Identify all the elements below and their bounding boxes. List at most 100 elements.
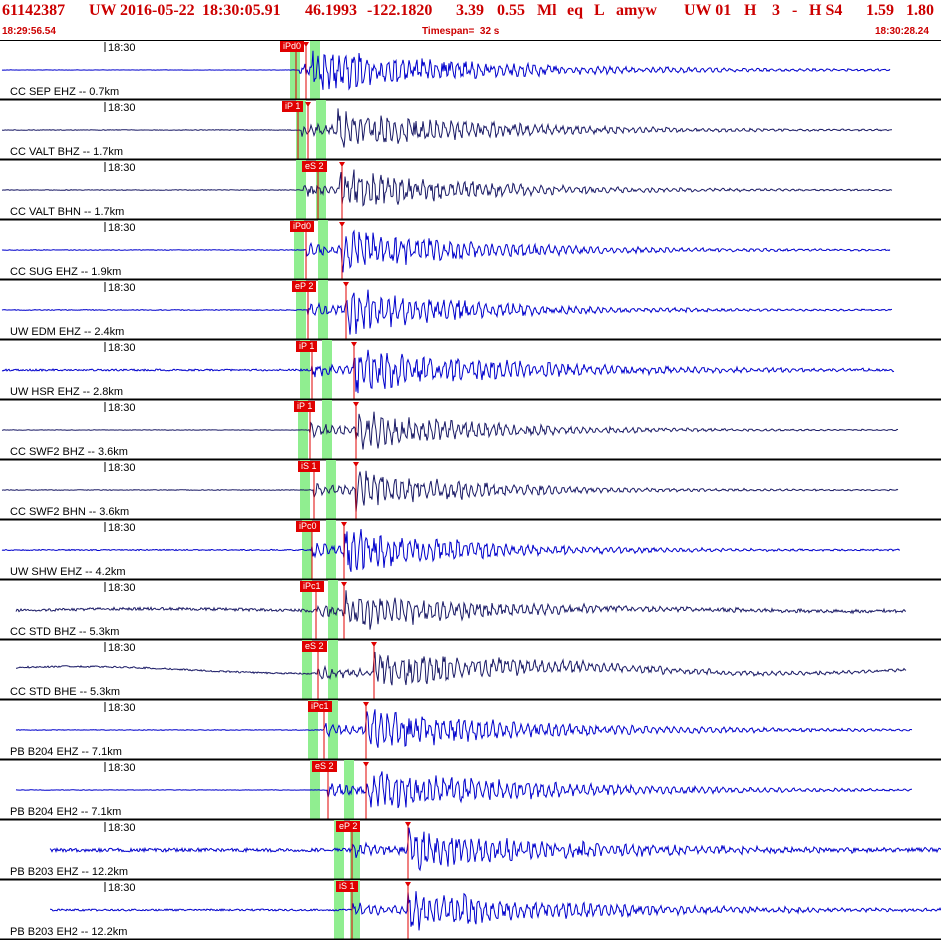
phase-pick-label[interactable]: eS 2 — [302, 641, 327, 652]
pick-marker-icon — [341, 582, 347, 587]
panel-time-label: 18:30 — [108, 582, 136, 594]
panel-time-label: 18:30 — [108, 282, 136, 294]
phase-pick-label[interactable]: iP 1 — [282, 101, 304, 112]
station-label: PB B203 EH2 -- 12.2km — [10, 926, 128, 938]
seismic-trace — [1, 50, 891, 91]
station-label: CC SUG EHZ -- 1.9km — [10, 266, 122, 278]
panel-time-label: 18:30 — [108, 42, 136, 54]
event-magnitude: 0.55 — [497, 2, 525, 19]
seismic-trace — [1, 528, 900, 572]
seismic-trace — [1, 289, 893, 335]
panel-13 — [0, 760, 941, 821]
station-label: UW EDM EHZ -- 2.4km — [10, 326, 125, 338]
pick-marker-icon — [339, 222, 345, 227]
panel-time-label: 18:30 — [108, 162, 136, 174]
seismic-trace — [50, 891, 941, 931]
station-label: CC STD BHE -- 5.3km — [10, 686, 121, 698]
panel-time-label: 18:30 — [108, 342, 136, 354]
header-field-3: 3 — [772, 2, 780, 19]
header-field-network-version: UW 01 — [684, 2, 732, 19]
panel-2 — [0, 100, 941, 161]
start-time: 18:29:56.54 — [2, 26, 56, 37]
station-label: UW SHW EHZ -- 4.2km — [10, 566, 126, 578]
header-field-value-2: 1.80 — [906, 2, 934, 19]
panel-time-label: 18:30 — [108, 762, 136, 774]
seismic-trace — [15, 651, 907, 686]
seismic-trace — [15, 771, 912, 809]
seismic-trace — [1, 411, 899, 450]
phase-pick-label[interactable]: eP 2 — [336, 821, 361, 832]
pick-marker-icon — [353, 402, 359, 407]
header-field-h: H — [744, 2, 757, 19]
panel-14 — [0, 820, 941, 881]
panel-11 — [0, 640, 941, 701]
header-field-hs4: H S4 — [809, 2, 843, 19]
panel-time-label: 18:30 — [108, 522, 136, 534]
event-author: amyw — [616, 2, 657, 19]
seismic-trace — [2, 169, 893, 207]
pick-marker-icon — [341, 522, 347, 527]
panel-time-label: 18:30 — [108, 462, 136, 474]
station-label: CC VALT BHZ -- 1.7km — [10, 146, 124, 158]
panel-3 — [0, 160, 941, 221]
station-label: CC STD BHZ -- 5.3km — [10, 626, 120, 638]
pick-marker-icon — [405, 822, 411, 827]
event-header: 61142387 UW 2016-05-22 18:30:05.91 46.19… — [0, 0, 941, 40]
seismic-trace — [1, 349, 895, 394]
panel-time-label: 18:30 — [108, 102, 136, 114]
phase-pick-label[interactable]: iP 1 — [294, 401, 316, 412]
panel-6 — [0, 340, 941, 401]
timespan: Timespan= 32 s — [422, 26, 500, 37]
panel-time-label: 18:30 — [108, 402, 136, 414]
end-time: 18:30:28.24 — [875, 26, 929, 37]
seismogram-canvas — [0, 40, 941, 940]
phase-pick-label[interactable]: iPc1 — [308, 701, 332, 712]
header-field-dash: - — [792, 2, 798, 19]
panel-12 — [0, 700, 941, 761]
s-window — [328, 640, 338, 700]
station-label: CC SWF2 BHN -- 3.6km — [10, 506, 130, 518]
phase-pick-label[interactable]: iP 1 — [296, 341, 318, 352]
header-field-value-1: 1.59 — [866, 2, 894, 19]
station-label: UW HSR EHZ -- 2.8km — [10, 386, 124, 398]
event-id: 61142387 — [2, 2, 66, 19]
phase-pick-label[interactable]: iPd0 — [290, 221, 315, 232]
event-network: UW — [89, 2, 117, 19]
event-type: eq — [567, 2, 583, 19]
event-latitude: 46.1993 — [305, 2, 357, 19]
panel-10 — [0, 580, 941, 641]
pick-marker-icon — [353, 462, 359, 467]
seismic-trace — [1, 108, 892, 148]
panel-4 — [0, 220, 941, 281]
phase-pick-label[interactable]: eP 2 — [292, 281, 317, 292]
phase-pick-label[interactable]: iPc1 — [300, 581, 324, 592]
panel-9 — [0, 520, 941, 581]
panel-time-label: 18:30 — [108, 882, 136, 894]
pick-marker-icon — [363, 762, 369, 767]
phase-pick-label[interactable]: eS 2 — [302, 161, 327, 172]
seismic-trace — [15, 590, 907, 630]
seismic-trace — [15, 709, 913, 748]
event-date: 2016-05-22 — [120, 2, 195, 19]
panel-5 — [0, 280, 941, 341]
station-label: CC SEP EHZ -- 0.7km — [10, 86, 120, 98]
pick-marker-icon — [371, 642, 377, 647]
panel-time-label: 18:30 — [108, 702, 136, 714]
phase-pick-label[interactable]: iS 1 — [298, 461, 320, 472]
s-window — [310, 40, 320, 100]
phase-pick-label[interactable]: eS 2 — [312, 761, 337, 772]
station-label: CC SWF2 BHZ -- 3.6km — [10, 446, 128, 458]
phase-pick-label[interactable]: iPc0 — [296, 521, 320, 532]
phase-pick-label[interactable]: iS 1 — [336, 881, 358, 892]
seismic-trace — [1, 470, 899, 513]
origin-time: 18:30:05.91 — [202, 2, 281, 19]
phase-pick-label[interactable]: iPd0 — [280, 41, 305, 52]
panel-1 — [0, 40, 941, 101]
station-label: PB B203 EHZ -- 12.2km — [10, 866, 128, 878]
panel-time-label: 18:30 — [108, 642, 136, 654]
station-label: CC VALT BHN -- 1.7km — [10, 206, 125, 218]
panel-15 — [0, 880, 941, 940]
seismic-trace — [49, 827, 941, 872]
panel-7 — [0, 400, 941, 461]
event-status: L — [594, 2, 605, 19]
